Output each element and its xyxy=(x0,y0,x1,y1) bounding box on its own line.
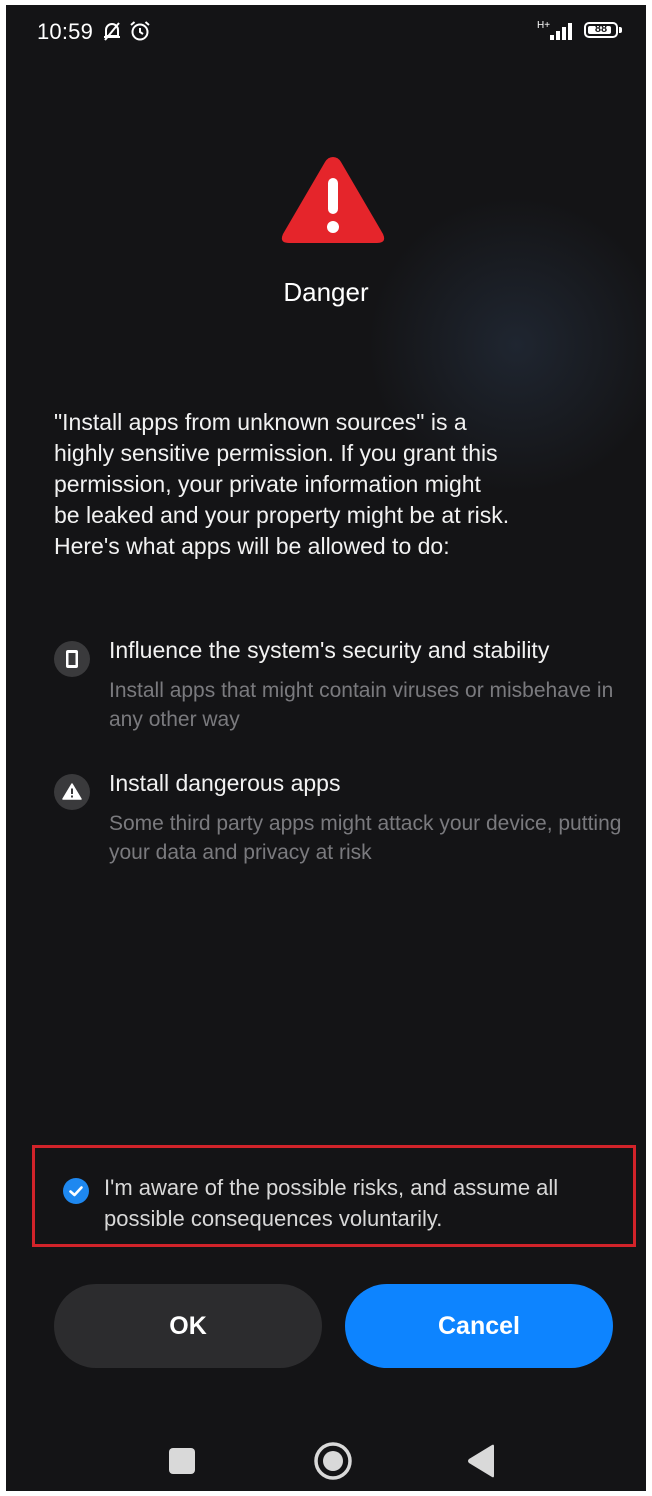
dialog-description: "Install apps from unknown sources" is a… xyxy=(54,409,510,559)
battery-tip xyxy=(619,27,622,33)
permission-title: Influence the system's security and stab… xyxy=(109,637,550,663)
navigation-bar xyxy=(6,1425,646,1491)
status-bar: 10:59 H+ 88 xyxy=(6,5,646,57)
alarm-icon xyxy=(128,19,152,48)
warning-triangle-icon xyxy=(277,151,389,254)
permission-subtitle: Install apps that might contain viruses … xyxy=(109,679,614,731)
ok-button[interactable]: OK xyxy=(54,1284,322,1368)
consent-checkbox[interactable] xyxy=(63,1178,89,1204)
checkmark-icon xyxy=(69,1186,83,1197)
back-icon[interactable] xyxy=(464,1443,498,1484)
warning-icon xyxy=(54,774,90,810)
signal-icon: H+ xyxy=(536,19,580,48)
status-time: 10:59 xyxy=(37,19,94,44)
cancel-button[interactable]: Cancel xyxy=(345,1284,613,1368)
battery-icon: 88 xyxy=(584,22,618,38)
notifications-off-icon xyxy=(100,19,124,48)
permission-subtitle: Some third party apps might attack your … xyxy=(109,812,622,864)
phone-icon xyxy=(54,641,90,677)
recents-icon[interactable] xyxy=(166,1445,198,1482)
permission-title: Install dangerous apps xyxy=(109,770,341,796)
network-type: H+ xyxy=(537,20,550,31)
permission-screen: 10:59 H+ 88 Danger "Install apps from un… xyxy=(6,5,646,1491)
home-icon[interactable] xyxy=(313,1441,353,1486)
consent-label[interactable]: I'm aware of the possible risks, and ass… xyxy=(104,1172,629,1234)
consent-row[interactable]: I'm aware of the possible risks, and ass… xyxy=(32,1145,636,1247)
battery-text: 88 xyxy=(594,23,608,35)
dialog-title: Danger xyxy=(283,277,369,307)
